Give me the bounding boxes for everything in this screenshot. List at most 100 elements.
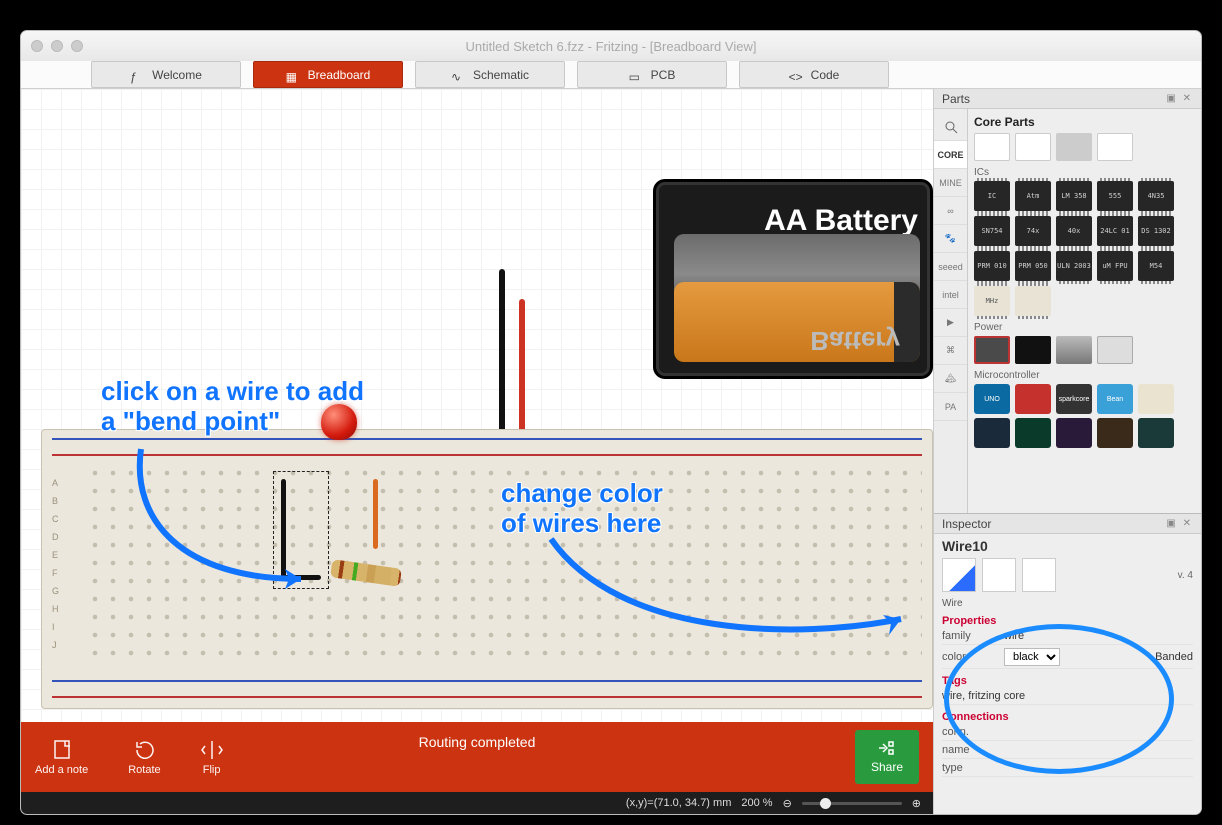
inspector-connections-header: Connections [942,711,1193,723]
inspector-tags-header: Tags [942,675,1193,687]
inspector-title: Inspector [942,517,991,531]
bin-parallax[interactable]: 🐾 [934,225,967,253]
part-mcu-extra-3[interactable] [1056,418,1092,448]
part-power-adapter[interactable] [1015,336,1051,364]
bin-arduino[interactable]: ∞ [934,197,967,225]
part-mcu-0[interactable]: UNO [974,384,1010,414]
parts-panel-header[interactable]: Parts ▣ ✕ [934,89,1201,109]
part-mcu-extra-5[interactable] [1138,418,1174,448]
inspector-header[interactable]: Inspector ▣ ✕ [934,514,1201,534]
part-ic-5[interactable]: SN754 [974,216,1010,246]
part-ic-3[interactable]: 555 [1097,181,1133,211]
part-ic-11[interactable]: PRM 050 [1015,251,1051,281]
zoom-slider[interactable] [802,802,902,805]
part-mcu-1[interactable] [1015,384,1051,414]
breadboard-part[interactable]: ABCDEFGHIJ [41,429,933,709]
wire-black-battery[interactable] [499,269,505,449]
part-misc-1[interactable] [974,133,1010,161]
part-ic-16[interactable] [1015,286,1051,316]
inspector-controls[interactable]: ▣ ✕ [1166,518,1193,529]
tab-schematic[interactable]: ∿ Schematic [415,61,565,88]
tab-schematic-label: Schematic [473,68,529,82]
part-ic-9[interactable]: DS 1302 [1138,216,1174,246]
part-ic-4[interactable]: 4N35 [1138,181,1174,211]
conn-type-label: type [942,762,994,774]
part-misc-2[interactable] [1015,133,1051,161]
selection-marquee [273,471,329,589]
part-misc-3[interactable] [1056,133,1092,161]
prop-color-label: color [942,651,994,663]
bin-9[interactable]: PA [934,393,967,421]
tab-welcome[interactable]: ƒ Welcome [91,61,241,88]
tab-code-label: Code [811,68,840,82]
part-ic-2[interactable]: LM 358 [1056,181,1092,211]
pcb-icon: ▭ [629,70,643,80]
part-ic-10[interactable]: PRM 010 [974,251,1010,281]
zoom-in-button[interactable]: ⊕ [912,797,921,810]
wire-orange[interactable] [373,479,378,549]
flip-label: Flip [203,764,221,776]
bin-search[interactable] [934,113,967,141]
add-note-label: Add a note [35,764,88,776]
inspector-panel: Inspector ▣ ✕ Wire10 v. 4 Wire Propertie… [934,514,1201,814]
conn-label: conn. [942,726,994,738]
part-ic-15[interactable]: MHz [974,286,1010,316]
part-ic-1[interactable]: Atm [1015,181,1051,211]
fritzing-icon: ƒ [130,70,144,80]
ic-section-label: ICs [974,167,1195,178]
bin-core[interactable]: CORE [934,141,967,169]
part-power-plug[interactable] [1097,336,1133,364]
tab-breadboard[interactable]: ▦ Breadboard [253,61,403,88]
part-power-battery[interactable] [974,336,1010,364]
parts-bin-title: Core Parts [974,115,1195,129]
micro-section-label: Microcontroller [974,370,1195,381]
coords-readout: (x,y)=(71.0, 34.7) mm [626,797,731,809]
breadboard-canvas[interactable]: AA Battery Battery ABCDEFGHIJ [21,89,933,722]
bin-7[interactable]: ⌘ [934,337,967,365]
tab-pcb[interactable]: ▭ PCB [577,61,727,88]
part-ic-13[interactable]: uM FPU [1097,251,1133,281]
part-power-coin[interactable] [1056,336,1092,364]
breadboard-icon: ▦ [286,70,300,80]
zoom-out-button[interactable]: ⊖ [783,797,792,810]
part-mcu-2[interactable]: sparkcore [1056,384,1092,414]
tab-code[interactable]: <> Code [739,61,889,88]
status-bar: (x,y)=(71.0, 34.7) mm 200 % ⊖ ⊕ [21,792,933,814]
battery-label: AA Battery [764,204,918,238]
prop-banded-label: Banded [1155,651,1193,663]
inspector-thumb-bb[interactable] [942,558,976,592]
part-ic-12[interactable]: ULN 2003 [1056,251,1092,281]
bin-8[interactable]: 🏔 [934,365,967,393]
part-ic-0[interactable]: IC [974,181,1010,211]
view-tabbar: ƒ Welcome ▦ Breadboard ∿ Schematic ▭ PCB… [21,61,1201,89]
battery-holder-part[interactable]: AA Battery Battery [653,179,933,379]
part-mcu-4[interactable] [1138,384,1174,414]
inspector-version: v. 4 [1178,570,1193,581]
part-ic-14[interactable]: M54 [1138,251,1174,281]
part-misc-4[interactable] [1097,133,1133,161]
prop-family-label: family [942,630,994,642]
part-mcu-3[interactable]: Bean [1097,384,1133,414]
part-mcu-extra-1[interactable] [974,418,1010,448]
battery-mirror-text: Battery [810,325,900,356]
inspector-tags-value: wire, fritzing core [942,690,1193,702]
share-label: Share [871,760,903,774]
parts-panel-controls[interactable]: ▣ ✕ [1166,93,1193,104]
part-mcu-extra-4[interactable] [1097,418,1133,448]
routing-status: Routing completed [21,734,933,750]
inspector-properties-header: Properties [942,615,1193,627]
inspector-thumb-schem[interactable] [982,558,1016,592]
part-ic-7[interactable]: 40x [1056,216,1092,246]
prop-color-select[interactable]: black [1004,648,1060,666]
part-ic-6[interactable]: 74x [1015,216,1051,246]
bin-intel[interactable]: intel [934,281,967,309]
share-button[interactable]: Share [855,730,919,784]
bin-6[interactable]: ▶ [934,309,967,337]
zoom-readout: 200 % [741,797,772,809]
inspector-thumb-pcb[interactable] [1022,558,1056,592]
bin-seeed[interactable]: seeed [934,253,967,281]
bin-mine[interactable]: MINE [934,169,967,197]
tab-welcome-label: Welcome [152,68,202,82]
part-ic-8[interactable]: 24LC 01 [1097,216,1133,246]
part-mcu-extra-2[interactable] [1015,418,1051,448]
